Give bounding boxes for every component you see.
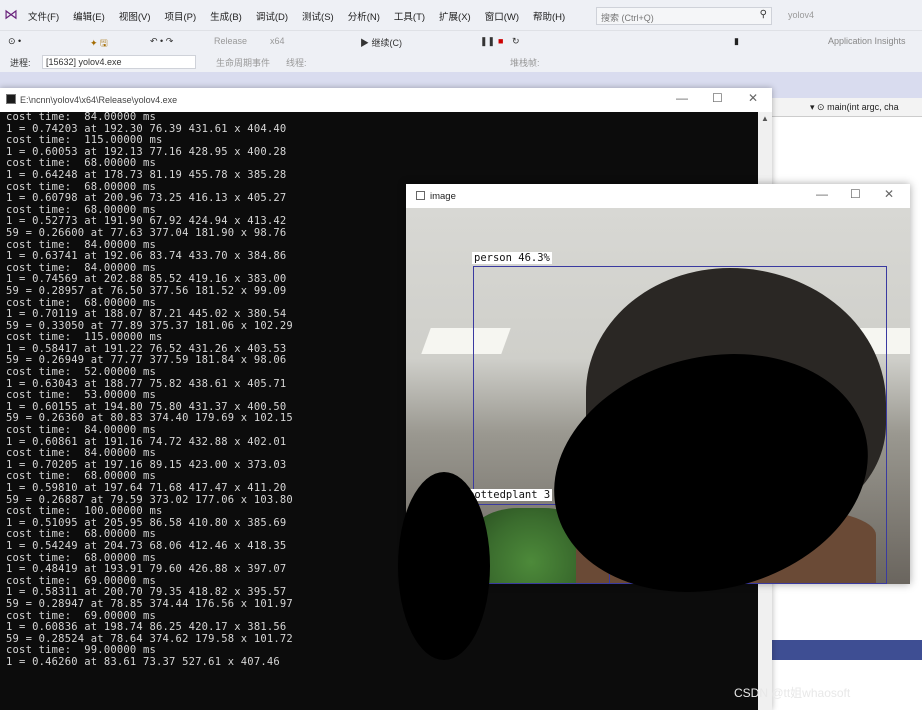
menu-item[interactable]: 帮助(H) — [533, 9, 565, 23]
image-window-icon — [416, 191, 425, 200]
console-title: E:\ncnn\yolov4\x64\Release\yolov4.exe — [20, 95, 178, 105]
function-signature: main(int argc, cha — [827, 102, 899, 112]
image-minimize-icon[interactable]: — — [816, 187, 828, 201]
function-dropdown[interactable]: ▾ ⊙ main(int argc, cha — [772, 98, 922, 117]
visual-studio-logo-icon[interactable]: ⋈ — [4, 6, 18, 23]
menu-item[interactable]: 分析(N) — [348, 9, 380, 23]
console-line: 1 = 0.64248 at 178.73 81.19 455.78 x 385… — [6, 168, 287, 181]
output-panel-header — [772, 640, 922, 660]
console-app-icon — [6, 94, 16, 104]
continue-label: 继续(C) — [371, 38, 403, 48]
lifecycle-events-dropdown[interactable]: 生命周期事件 — [216, 56, 270, 69]
image-titlebar[interactable]: image — ☐ ✕ — [406, 184, 910, 208]
redaction-mask — [398, 472, 490, 660]
console-line: 1 = 0.60836 at 198.74 86.25 420.17 x 381… — [6, 621, 287, 634]
new-project-icon[interactable]: ✦ 🖫 — [90, 36, 108, 52]
image-maximize-icon[interactable]: ☐ — [850, 187, 861, 201]
image-close-icon[interactable]: ✕ — [884, 187, 894, 201]
menu-item[interactable]: 测试(S) — [302, 9, 334, 23]
menu-item[interactable]: 项目(P) — [164, 9, 196, 23]
solution-name: yolov4 — [788, 10, 815, 20]
process-dropdown[interactable]: [15632] yolov4.exe — [42, 55, 196, 69]
continue-button[interactable]: ▶ 继续(C) — [360, 36, 402, 49]
menu-item[interactable]: 窗口(W) — [485, 9, 519, 23]
vs-toolbar: ⊙ • ✦ 🖫 ↶ • ↷ Release x64 ▶ 继续(C) ❚❚ ■ ↻… — [0, 30, 922, 53]
config-dropdown[interactable]: Release — [214, 36, 247, 46]
menu-item[interactable]: 调试(D) — [256, 9, 288, 23]
search-box[interactable]: 搜索 (Ctrl+Q) ⚲ — [596, 7, 772, 25]
console-line: 1 = 0.46260 at 83.61 73.37 527.61 x 407.… — [6, 655, 280, 668]
plant-detection-label: pottedplant 3 — [466, 489, 553, 501]
application-insights-button[interactable]: Application Insights — [828, 36, 906, 46]
menu-item[interactable]: 扩展(X) — [439, 9, 471, 23]
nav-back-icon[interactable]: ⊙ • — [8, 36, 21, 47]
menu-item[interactable]: 视图(V) — [119, 9, 151, 23]
vs-menubar: ⋈ 文件(F) 编辑(E) 视图(V) 项目(P) 生成(B) 调试(D) 测试(S) 分析(… — [0, 0, 922, 30]
person-detection-label: person 46.3% — [472, 252, 552, 264]
menu-item[interactable]: 文件(F) — [28, 9, 59, 23]
image-window-title: image — [430, 191, 456, 202]
vs-menu: 文件(F) 编辑(E) 视图(V) 项目(P) 生成(B) 调试(D) 测试(S) 分析(N)… — [28, 9, 565, 23]
menu-item[interactable]: 生成(B) — [210, 9, 242, 23]
console-line: cost time: 84.00000 ms — [6, 112, 156, 123]
stack-frame-label: 堆栈帧: — [510, 58, 540, 68]
platform-dropdown[interactable]: x64 — [270, 36, 285, 46]
watermark: CSDN @tt姐whaosoft — [734, 686, 851, 700]
undo-icon[interactable]: ↶ • ↷ — [150, 36, 173, 47]
pause-icon[interactable]: ❚❚ — [480, 36, 495, 47]
maximize-icon[interactable]: ☐ — [712, 91, 723, 105]
menu-item[interactable]: 工具(T) — [394, 9, 425, 23]
debug-location-bar: 进程: [15632] yolov4.exe 生命周期事件 线程: 堆栈帧: — [0, 52, 922, 72]
search-icon[interactable]: ⚲ — [760, 9, 767, 20]
search-placeholder: 搜索 (Ctrl+Q) — [601, 13, 654, 23]
scroll-up-icon[interactable]: ▲ — [761, 114, 769, 123]
process-label: 进程: — [10, 58, 31, 68]
console-line: 59 = 0.28947 at 78.85 374.44 176.56 x 10… — [6, 597, 293, 610]
minimize-icon[interactable]: — — [676, 91, 688, 105]
thread-label: 线程: — [286, 58, 307, 68]
menu-item[interactable]: 编辑(E) — [73, 9, 105, 23]
console-titlebar[interactable]: E:\ncnn\yolov4\x64\Release\yolov4.exe — … — [0, 88, 772, 112]
restart-icon[interactable]: ↻ — [512, 36, 520, 47]
function-icon: ▾ ⊙ — [810, 102, 825, 112]
stop-icon[interactable]: ■ — [498, 36, 503, 46]
bookmark-icon[interactable]: ▮ — [734, 36, 739, 47]
close-icon[interactable]: ✕ — [748, 91, 758, 105]
